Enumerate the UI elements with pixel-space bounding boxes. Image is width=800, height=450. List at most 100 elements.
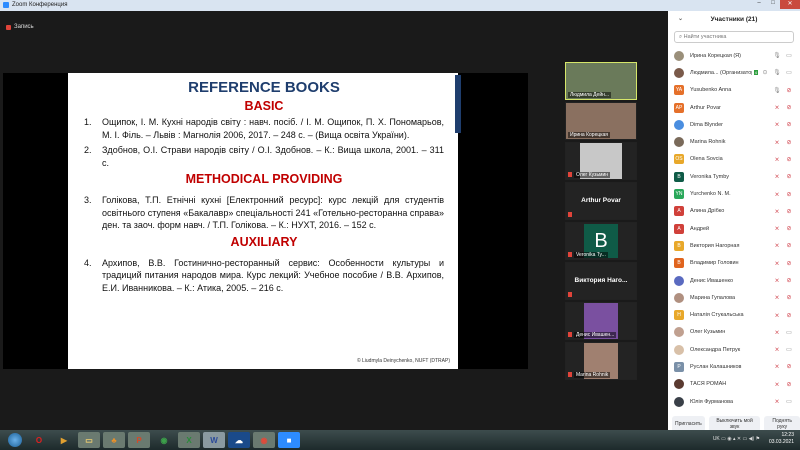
camera-off-icon[interactable]: ⊘ — [784, 139, 794, 146]
video-tile[interactable]: Ирина Корецкая — [565, 102, 637, 140]
chevron-down-icon[interactable]: ⌄ — [678, 15, 683, 22]
participant-item[interactable]: Р Руслан Калашников ⨯ ⊘ — [668, 358, 800, 375]
avatar: Н — [674, 310, 684, 321]
zoom-taskbar-icon[interactable]: ■ — [278, 432, 300, 448]
participant-item[interactable]: В Виктория Нагорная ⨯ ⊘ — [668, 237, 800, 254]
microphone-muted-icon[interactable]: ⨯ — [772, 208, 782, 215]
search-input[interactable]: ⌕ Найти участника — [674, 31, 794, 43]
camera-icon[interactable]: ▭ — [784, 346, 794, 353]
microphone-muted-icon[interactable]: ⨯ — [772, 104, 782, 111]
participant-item[interactable]: A Алина Дрібко ⨯ ⊘ — [668, 203, 800, 220]
maximize-button[interactable]: □ — [766, 0, 780, 9]
app-icon[interactable]: ♣ — [103, 432, 125, 448]
video-tile[interactable]: Arthur Povar — [565, 182, 637, 220]
participant-item[interactable]: Олег Кузьмин ⨯ ▭ — [668, 324, 800, 341]
camera-off-icon[interactable]: ⊘ — [784, 260, 794, 267]
close-button[interactable]: ✕ — [780, 0, 800, 9]
word-icon[interactable]: W — [203, 432, 225, 448]
camera-icon[interactable]: ▭ — [784, 329, 794, 336]
camera-off-icon[interactable]: ⊘ — [784, 208, 794, 215]
microphone-muted-icon[interactable]: ⨯ — [772, 173, 782, 180]
onedrive-icon[interactable]: ☁ — [228, 432, 250, 448]
video-tile[interactable]: Marina Rohnik — [565, 342, 637, 380]
microphone-icon[interactable]: 🎙︎ — [772, 52, 782, 59]
microphone-icon[interactable]: 🎙︎ — [772, 69, 782, 76]
camera-icon[interactable]: ▭ — [784, 52, 794, 59]
camera-off-icon[interactable]: ⊘ — [784, 294, 794, 301]
language-indicator[interactable]: UK — [713, 436, 720, 442]
microphone-muted-icon[interactable]: ⨯ — [772, 277, 782, 284]
participant-list: Ирина Корецкая (Я) 🎙︎ ▭ Людмила... (Организ… — [668, 47, 800, 410]
microphone-muted-icon[interactable]: ⨯ — [772, 191, 782, 198]
participant-name: Ирина Корецкая (Я) — [690, 52, 741, 59]
participant-item[interactable]: В Владимир Головин ⨯ ⊘ — [668, 255, 800, 272]
microphone-muted-icon[interactable]: ⨯ — [772, 139, 782, 146]
record-icon — [6, 24, 11, 30]
microphone-muted-icon[interactable]: ⨯ — [772, 398, 782, 405]
microphone-icon[interactable]: 🎙︎ — [772, 87, 782, 94]
excel-icon[interactable]: X — [178, 432, 200, 448]
participant-item[interactable]: Dima Blynder ⨯ ⊘ — [668, 116, 800, 133]
participant-item[interactable]: A Андрей ⨯ ⊘ — [668, 220, 800, 237]
window-titlebar: Zoom Конференция — [0, 0, 668, 11]
participant-item[interactable]: ТАСЯ РОМАН ⨯ ⊘ — [668, 376, 800, 393]
participant-item[interactable]: Юлія Фурманова ⨯ ▭ — [668, 393, 800, 410]
avatar: OS — [674, 154, 684, 165]
explorer-icon[interactable]: ▭ — [78, 432, 100, 448]
video-tile[interactable]: B Veronika Ty... — [565, 222, 637, 260]
chrome-icon[interactable]: ◉ — [153, 432, 175, 448]
minimize-button[interactable]: – — [752, 0, 766, 9]
video-name: Олег Кузьмин — [574, 172, 611, 178]
camera-off-icon[interactable]: ⊘ — [784, 87, 794, 94]
camera-icon[interactable]: ▭ — [784, 69, 794, 76]
camera-off-icon[interactable]: ⊘ — [784, 363, 794, 370]
participant-item[interactable]: Марина Гупалова ⨯ ⊘ — [668, 289, 800, 306]
microphone-muted-icon[interactable]: ⨯ — [772, 312, 782, 319]
start-button[interactable] — [8, 433, 22, 447]
participant-item[interactable]: B Veronika Tymby ⨯ ⊘ — [668, 168, 800, 185]
camera-off-icon[interactable]: ⊘ — [784, 312, 794, 319]
opera-icon[interactable]: O — [28, 432, 50, 448]
camera-off-icon[interactable]: ⊘ — [784, 191, 794, 198]
video-tile[interactable]: Виктория Наго... — [565, 262, 637, 300]
participant-item[interactable]: Ирина Корецкая (Я) 🎙︎ ▭ — [668, 47, 800, 64]
participant-item[interactable]: Людмила... (Организатор) 4 ⊙ 🎙︎ ▭ — [668, 64, 800, 81]
microphone-muted-icon[interactable]: ⨯ — [772, 260, 782, 267]
microphone-muted-icon[interactable]: ⨯ — [772, 242, 782, 249]
video-tile[interactable]: Денис Ивашен... — [565, 302, 637, 340]
camera-icon[interactable]: ▭ — [784, 398, 794, 405]
powerpoint-icon[interactable]: P — [128, 432, 150, 448]
media-player-icon[interactable]: ▶ — [53, 432, 75, 448]
clock[interactable]: 12:23 03.03.2021 — [769, 432, 794, 446]
chrome-window-icon[interactable]: ◉ — [253, 432, 275, 448]
microphone-muted-icon[interactable]: ⨯ — [772, 225, 782, 232]
camera-off-icon[interactable]: ⊘ — [784, 156, 794, 163]
video-tile[interactable]: Олег Кузьмин — [565, 142, 637, 180]
camera-off-icon[interactable]: ⊘ — [784, 121, 794, 128]
microphone-muted-icon[interactable]: ⨯ — [772, 156, 782, 163]
microphone-muted-icon[interactable]: ⨯ — [772, 121, 782, 128]
video-tile[interactable]: Людмила Дейн... — [565, 62, 637, 100]
camera-off-icon[interactable]: ⊘ — [784, 277, 794, 284]
participant-name: Денис Ивашенко — [690, 277, 734, 284]
participant-item[interactable]: Н Наталія Стукальська ⨯ ⊘ — [668, 306, 800, 323]
microphone-muted-icon[interactable]: ⨯ — [772, 363, 782, 370]
microphone-muted-icon[interactable]: ⨯ — [772, 294, 782, 301]
camera-off-icon[interactable]: ⊘ — [784, 381, 794, 388]
camera-off-icon[interactable]: ⊘ — [784, 225, 794, 232]
camera-off-icon[interactable]: ⊘ — [784, 104, 794, 111]
participant-item[interactable]: Marina Rohnik ⨯ ⊘ — [668, 133, 800, 150]
shared-screen: REFERENCE BOOKS BASIC 1. Ощипок, І. М. Кух… — [3, 73, 528, 369]
participant-item[interactable]: Олександра Петрук ⨯ ▭ — [668, 341, 800, 358]
participant-item[interactable]: OS Olena Sovcia ⨯ ⊘ — [668, 151, 800, 168]
participant-item[interactable]: AP Arthur Povar ⨯ ⊘ — [668, 99, 800, 116]
microphone-muted-icon[interactable]: ⨯ — [772, 381, 782, 388]
camera-off-icon[interactable]: ⊘ — [784, 173, 794, 180]
participant-item[interactable]: YN Yurchenko N. M. ⨯ ⊘ — [668, 185, 800, 202]
participant-item[interactable]: YA Yusubenko Anna 🎙︎ ⊘ — [668, 82, 800, 99]
recording-indicator[interactable]: Запись — [6, 24, 34, 30]
camera-off-icon[interactable]: ⊘ — [784, 242, 794, 249]
participant-item[interactable]: Денис Ивашенко ⨯ ⊘ — [668, 272, 800, 289]
microphone-muted-icon[interactable]: ⨯ — [772, 346, 782, 353]
microphone-muted-icon[interactable]: ⨯ — [772, 329, 782, 336]
